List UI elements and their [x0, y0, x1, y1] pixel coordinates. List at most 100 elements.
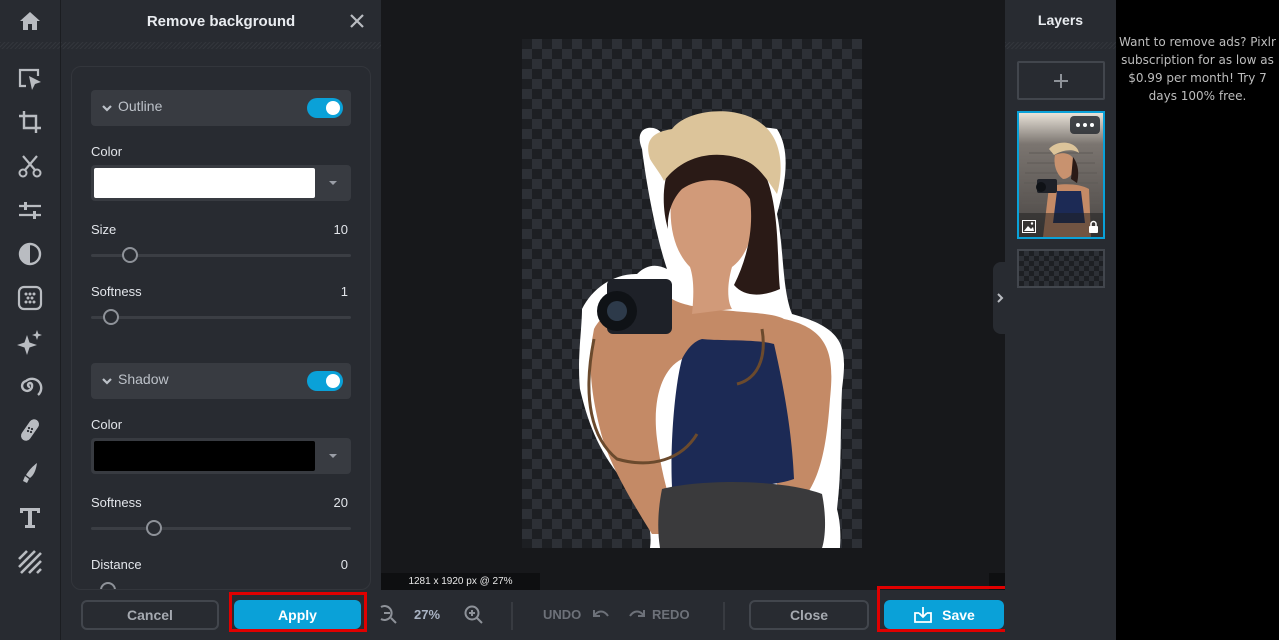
shadow-color-label: Color — [91, 417, 123, 432]
undo-label: UNDO — [543, 607, 582, 622]
toggle-knob — [326, 101, 340, 115]
slider-track — [91, 527, 351, 530]
outline-softness-slider[interactable] — [91, 308, 351, 326]
outline-color-label: Color — [91, 144, 123, 159]
shadow-softness-slider[interactable] — [91, 519, 351, 537]
liquify-tool[interactable] — [12, 368, 48, 404]
shadow-softness-label: Softness — [91, 495, 142, 510]
shadow-distance-slider[interactable] — [91, 581, 351, 589]
redo-button[interactable]: REDO — [629, 590, 701, 640]
redo-label: REDO — [652, 607, 690, 622]
filter-tool[interactable] — [12, 236, 48, 272]
home-button[interactable] — [0, 0, 60, 42]
outline-size-label: Size — [91, 222, 117, 237]
panel-divider — [61, 42, 381, 49]
toolbar-divider — [0, 42, 60, 49]
panel-title: Remove background — [146, 12, 296, 30]
caret-down-icon — [329, 181, 337, 185]
add-layer-button[interactable] — [1017, 61, 1105, 100]
tool-sidebar — [0, 0, 61, 640]
zoom-in-icon[interactable] — [464, 605, 484, 625]
slider-track — [91, 316, 351, 319]
outline-toggle[interactable] — [307, 98, 343, 118]
ai-tool[interactable] — [12, 324, 48, 360]
contrast-icon — [18, 242, 42, 266]
undo-button[interactable]: UNDO — [541, 590, 613, 640]
layer-options-button[interactable] — [1070, 116, 1100, 134]
close-panel-button[interactable] — [347, 11, 367, 31]
remove-ads-promo[interactable]: Want to remove ads? Pixlr subscription f… — [1116, 33, 1279, 105]
adjust-tool[interactable] — [12, 192, 48, 228]
close-button[interactable]: Close — [749, 600, 869, 630]
shadow-softness-value: 20 — [333, 495, 348, 510]
crop-icon — [19, 111, 41, 133]
image-layer-icon — [1022, 220, 1036, 233]
undo-icon — [593, 610, 609, 617]
panel-footer: Cancel Apply — [61, 590, 381, 640]
layer-item-transparent[interactable] — [1017, 249, 1105, 288]
download-icon — [914, 606, 933, 623]
close-icon — [350, 14, 364, 28]
bandage-icon — [20, 419, 40, 441]
plus-icon — [1054, 73, 1068, 88]
bar-divider — [723, 602, 725, 630]
slider-thumb[interactable] — [102, 309, 119, 325]
cutout-tool[interactable] — [12, 148, 48, 184]
remove-background-panel: Remove background Outline Color Size 10 … — [61, 0, 381, 640]
home-icon — [20, 12, 40, 30]
chevron-right-icon — [997, 293, 1004, 303]
panel-settings: Outline Color Size 10 Softness 1 Shadow … — [71, 66, 371, 590]
shadow-color-select[interactable] — [91, 438, 351, 474]
sliders-icon — [19, 202, 41, 219]
subject-cutout — [579, 111, 844, 548]
layers-divider — [1005, 42, 1116, 49]
save-button[interactable]: Save — [884, 600, 1004, 629]
draw-tool[interactable] — [12, 456, 48, 492]
cancel-button[interactable]: Cancel — [81, 600, 219, 630]
shadow-toggle[interactable] — [307, 371, 343, 391]
collapse-layers-button[interactable] — [993, 262, 1007, 334]
zoom-out-icon[interactable] — [379, 604, 397, 624]
shadow-section-header[interactable]: Shadow — [91, 363, 351, 399]
top — [671, 339, 794, 488]
arrange-tool[interactable] — [12, 61, 48, 97]
dot — [1083, 123, 1087, 127]
image-dimensions: 1281 x 1920 px @ 27% — [381, 573, 540, 590]
shadow-distance-value: 0 — [340, 557, 348, 572]
shadow-distance-label: Distance — [91, 557, 142, 572]
slider-thumb[interactable] — [121, 247, 138, 263]
layers-panel: Layers — [993, 0, 1116, 640]
text-tool[interactable] — [12, 500, 48, 536]
redo-icon — [629, 610, 645, 617]
crop-tool[interactable] — [12, 104, 48, 140]
shadow-color-swatch[interactable] — [94, 441, 315, 471]
pattern-tool[interactable] — [12, 544, 48, 580]
outline-size-slider[interactable] — [91, 246, 351, 264]
heal-tool[interactable] — [12, 412, 48, 448]
layer-item-photo[interactable] — [1017, 111, 1105, 239]
dots-grid-icon — [17, 285, 43, 311]
sparkle-icon — [17, 330, 42, 355]
outline-softness-value: 1 — [340, 284, 348, 299]
outline-section-header[interactable]: Outline — [91, 90, 351, 126]
lock-icon[interactable] — [1088, 220, 1099, 233]
outline-size-value: 10 — [333, 222, 348, 237]
outline-label: Outline — [118, 98, 163, 114]
select-arrow-icon — [18, 68, 41, 90]
bottom-bar: 27% UNDO REDO Close Save — [379, 586, 1012, 640]
slider-thumb[interactable] — [145, 520, 162, 536]
outline-color-swatch[interactable] — [94, 168, 315, 198]
slider-thumb[interactable] — [100, 582, 117, 589]
layers-title: Layers — [1037, 12, 1084, 28]
image-canvas[interactable] — [522, 39, 862, 548]
scissors-icon — [18, 155, 42, 178]
apply-button[interactable]: Apply — [234, 600, 361, 629]
save-label: Save — [942, 606, 975, 623]
outline-color-select[interactable] — [91, 165, 351, 201]
stripes-icon — [18, 550, 42, 574]
effect-tool[interactable] — [12, 280, 48, 316]
caret-down-icon — [329, 454, 337, 458]
zoom-level[interactable]: 27% — [414, 607, 440, 622]
bar-divider — [511, 602, 513, 630]
ad-panel: Want to remove ads? Pixlr subscription f… — [1116, 0, 1279, 640]
